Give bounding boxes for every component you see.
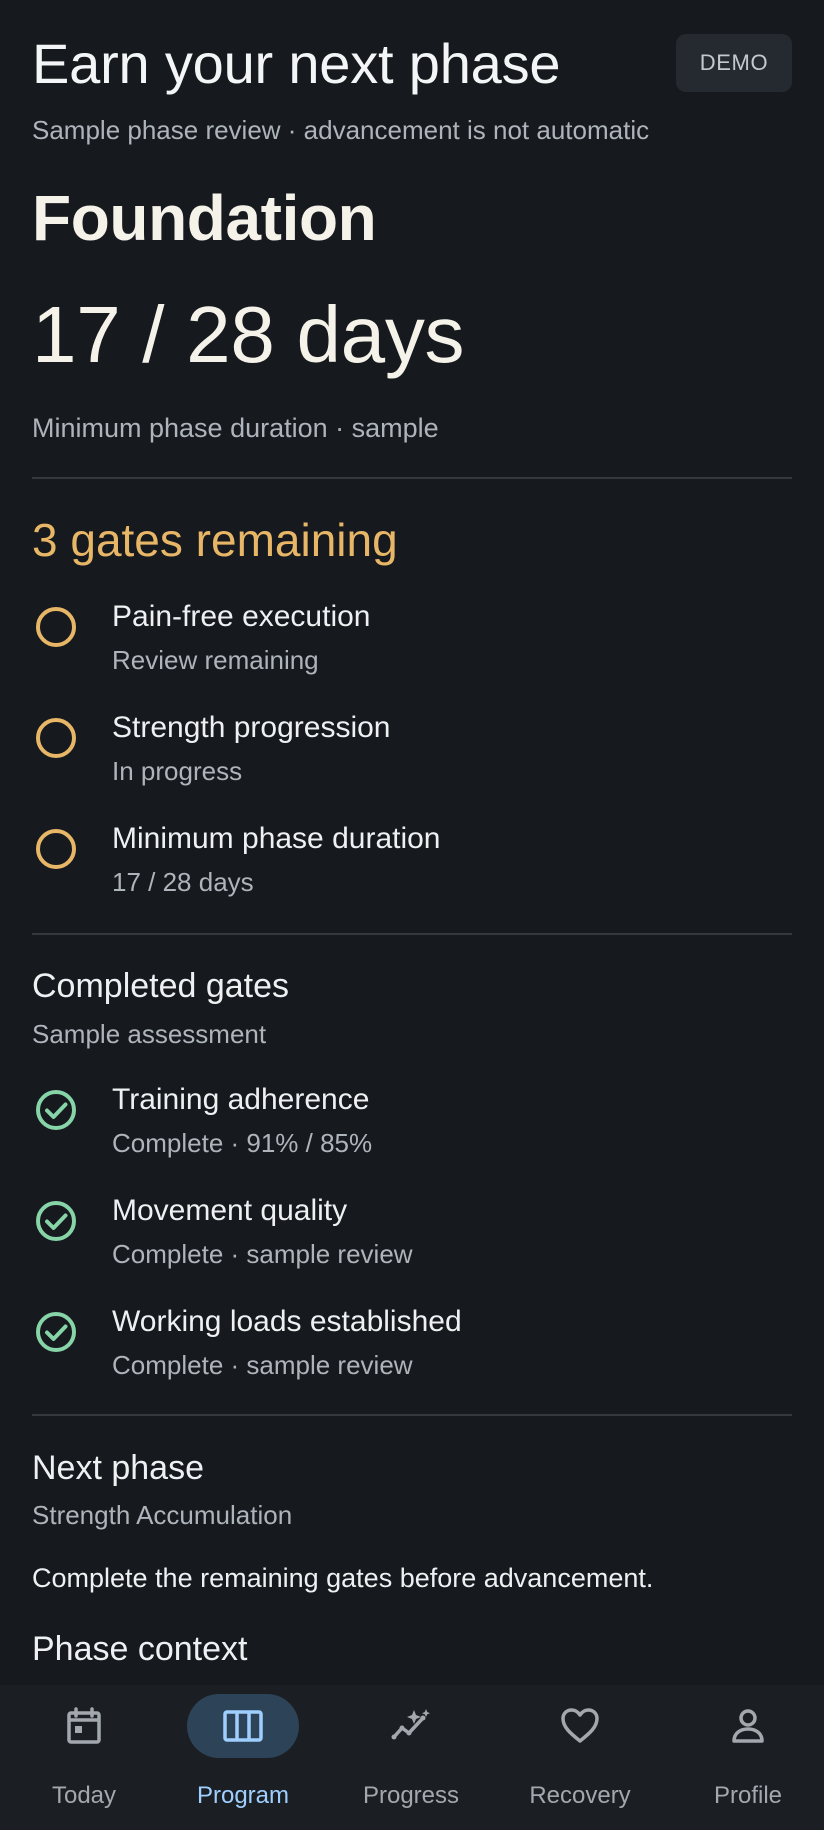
gate-status: 17 / 28 days	[112, 867, 254, 897]
nav-label-program: Program	[196, 1782, 290, 1809]
remaining-gates-title: 3 gates remaining	[32, 514, 398, 566]
section-divider	[32, 1414, 792, 1416]
gate-label: Minimum phase duration	[112, 822, 441, 855]
calendar-icon	[62, 1704, 106, 1748]
section-divider	[32, 477, 792, 479]
phase-review-content: Earn your next phase DEMO Sample phase r…	[32, 0, 792, 1685]
remaining-gate-pain-free-execution: Pain-free execution Review remaining	[32, 597, 792, 697]
section-divider	[32, 933, 792, 935]
nav-label-recovery: Recovery	[529, 1782, 631, 1809]
completed-gates-title: Completed gates	[32, 967, 290, 1005]
nav-label-progress: Progress	[362, 1782, 460, 1809]
completed-gates-subtitle: Sample assessment	[32, 1019, 267, 1049]
nav-item-recovery[interactable]: Recovery	[496, 1685, 664, 1830]
nav-item-progress[interactable]: Progress	[327, 1685, 495, 1830]
person-icon	[726, 1704, 770, 1748]
current-phase-name: Foundation	[32, 182, 377, 254]
heart-icon	[558, 1704, 602, 1748]
gate-status: Complete · sample review	[112, 1350, 413, 1380]
next-phase-name: Strength Accumulation	[32, 1500, 293, 1530]
phase-duration-note: Minimum phase duration · sample	[32, 413, 439, 443]
empty-circle-icon	[34, 827, 78, 871]
page-title: Earn your next phase	[32, 32, 561, 95]
gate-label: Movement quality	[112, 1194, 348, 1227]
advancement-note: Complete the remaining gates before adva…	[32, 1563, 654, 1593]
gate-status: Review remaining	[112, 645, 319, 675]
phase-days-counter: 17 / 28 days	[32, 290, 465, 379]
remaining-gate-minimum-phase-duration: Minimum phase duration 17 / 28 days	[32, 819, 792, 919]
check-circle-icon	[34, 1088, 78, 1132]
phase-context-title: Phase context	[32, 1630, 248, 1668]
gate-label: Training adherence	[112, 1083, 370, 1116]
completed-gate-movement-quality: Movement quality Complete · sample revie…	[32, 1191, 792, 1291]
remaining-gate-strength-progression: Strength progression In progress	[32, 708, 792, 808]
gate-label: Pain-free execution	[112, 600, 371, 633]
nav-label-today: Today	[51, 1782, 117, 1809]
check-circle-icon	[34, 1310, 78, 1354]
completed-gate-working-loads-established: Working loads established Complete · sam…	[32, 1302, 792, 1402]
empty-circle-icon	[34, 716, 78, 760]
gate-status: In progress	[112, 756, 243, 786]
empty-circle-icon	[34, 605, 78, 649]
phase-review-screen: Earn your next phase DEMO Sample phase r…	[0, 0, 824, 1830]
page-header: Earn your next phase DEMO Sample phase r…	[32, 30, 792, 160]
gate-status: Complete · 91% / 85%	[112, 1128, 373, 1158]
next-phase-title: Next phase	[32, 1449, 204, 1487]
nav-label-profile: Profile	[713, 1782, 783, 1809]
trend-sparkle-icon	[389, 1704, 433, 1748]
nav-item-program[interactable]: Program	[159, 1685, 327, 1830]
page-subtitle: Sample phase review · advancement is not…	[32, 115, 650, 145]
check-circle-icon	[34, 1199, 78, 1243]
completed-gate-training-adherence: Training adherence Complete · 91% / 85%	[32, 1080, 792, 1180]
nav-item-profile[interactable]: Profile	[664, 1685, 824, 1830]
bottom-navigation: Today Program Progress Recovery Profile	[0, 1685, 824, 1830]
gate-label: Working loads established	[112, 1305, 462, 1338]
gate-status: Complete · sample review	[112, 1239, 413, 1269]
columns-icon	[221, 1704, 265, 1748]
gate-label: Strength progression	[112, 711, 391, 744]
nav-item-today[interactable]: Today	[0, 1685, 168, 1830]
demo-badge: DEMO	[676, 34, 792, 92]
